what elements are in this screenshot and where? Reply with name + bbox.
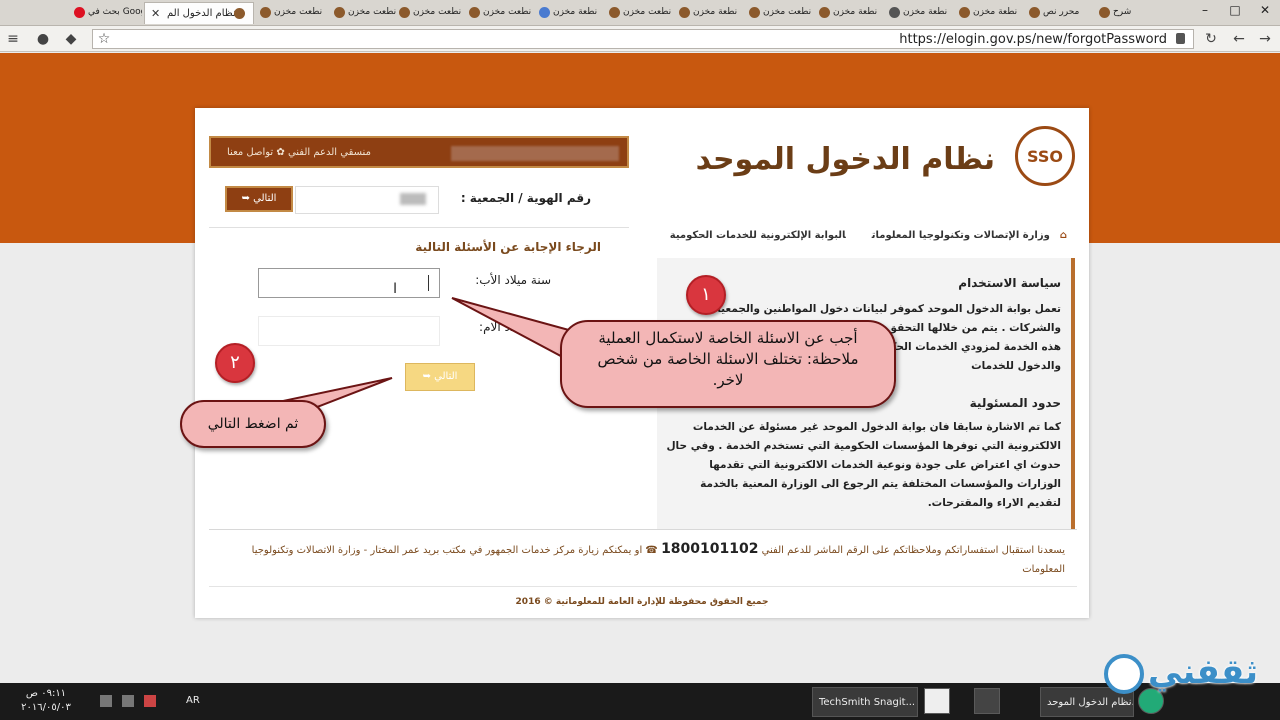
blurred-user-name — [451, 146, 619, 161]
divider — [209, 529, 1077, 530]
forward-icon[interactable]: → — [1256, 30, 1274, 48]
father-birth-year-input[interactable]: I — [258, 268, 440, 298]
browser-tab[interactable]: نطعت مخزن — [256, 2, 328, 24]
ministry-link[interactable]: وزارة الإتصالات وتكنولوجيا المعلومات — [872, 230, 1050, 241]
copyright: جميع الحقوق محفوظة للإدارة العامة للمعلو… — [515, 597, 769, 607]
step-1-badge: ١ — [686, 275, 726, 315]
next-button-questions[interactable]: ➥ التالي — [405, 363, 475, 391]
instruction-bubble-2: ثم اضغط التالي — [180, 400, 326, 448]
browser-tab-active[interactable]: ✕ نظام الدخول الم — [144, 2, 254, 24]
top-links: ⌂ وزارة الإتصالات وتكنولوجيا المعلومات الب… — [644, 230, 1067, 246]
browser-tab[interactable]: نطعت مخزن — [330, 2, 402, 24]
instruction-bubble-1: أجب عن الاسئلة الخاصة لاستكمال العملية م… — [560, 320, 896, 408]
network-icon[interactable] — [100, 695, 112, 707]
step-2-badge: ٢ — [215, 343, 255, 383]
address-bar[interactable]: ☆ https://elogin.gov.ps/new/forgotPasswo… — [92, 29, 1194, 49]
extension-icon[interactable]: ◆ — [62, 30, 80, 48]
phone-icon: ☎ — [645, 545, 658, 556]
home-icon[interactable]: ⌂ — [1060, 230, 1067, 241]
volume-icon[interactable] — [122, 695, 134, 707]
task-snagit[interactable]: TechSmith Snagit... — [812, 687, 918, 717]
browser-tab[interactable]: نطعة مخزن — [535, 2, 607, 24]
maximize-icon[interactable]: □ — [1220, 0, 1250, 20]
browser-tab[interactable]: نطعت مخزن — [605, 2, 677, 24]
divider — [209, 586, 1077, 587]
text-caret — [428, 275, 429, 291]
sso-logo: SSO — [1015, 126, 1075, 186]
liability-text: كما تم الاشارة سابقا فان بوابة الدخول ال… — [666, 421, 1061, 509]
father-birth-year-label: سنة ميلاد الأب: — [475, 273, 551, 287]
browser-tab[interactable]: نطعة مخزن — [675, 2, 747, 24]
id-label: رقم الهوية / الجمعية : — [460, 191, 591, 205]
liability-title: حدود المسئولية — [969, 396, 1061, 410]
bubble1-line: أجب عن الاسئلة الخاصة لاستكمال العملية — [598, 329, 858, 347]
browser-tab[interactable]: نطعة مخزن — [885, 2, 957, 24]
browser-tab[interactable]: نطعة مخزن — [815, 2, 887, 24]
flag-icon[interactable] — [144, 695, 156, 707]
questions-instructions: الرجاء الإجابة عن الأسئلة التالية — [415, 240, 601, 254]
portal-link[interactable]: البوابة الإلكترونية للخدمات الحكومية — [670, 230, 846, 241]
browser-tab[interactable]: نطعة مخزن — [955, 2, 1027, 24]
youtube-icon — [74, 7, 85, 18]
support-info: يسعدنا استقبال استفساراتكم وملاحظاتكم عل… — [251, 541, 1065, 575]
url-text[interactable]: https://elogin.gov.ps/new/forgotPassword — [899, 32, 1167, 47]
browser-tab[interactable]: محرر نص — [1025, 2, 1097, 24]
taskbar: ٠٩:١١ ص ٢٠١٦/٠٥/٠٣ AR TechSmith Snagit..… — [0, 683, 1280, 720]
bubble1-line: ملاحظة: تختلف الاسئلة الخاصة من شخص — [597, 350, 859, 368]
lock-icon — [1176, 33, 1185, 44]
next-button-id[interactable]: ➥ التالي — [225, 186, 293, 212]
mother-birth-year-label: سنة ميلاد الام: — [479, 320, 551, 334]
arrow-icon: ➥ — [241, 193, 254, 204]
browser-tab-bar: – □ ✕ بحث في Google ✕ نظام الدخول الم نطع… — [0, 0, 1280, 26]
reload-icon[interactable]: ↻ — [1202, 30, 1220, 48]
language-indicator[interactable]: AR — [186, 695, 200, 706]
ibeam-cursor-icon: I — [393, 281, 398, 297]
site-favicon-icon — [234, 8, 245, 19]
site-title: نظام الدخول الموحد — [695, 142, 995, 177]
id-field[interactable] — [295, 186, 439, 214]
browser-tab[interactable]: نطعت مخزن — [465, 2, 537, 24]
menu-icon[interactable]: ≡ — [4, 30, 22, 48]
active-tab-title: نظام الدخول الم — [167, 8, 236, 19]
watermark-logo: ثقفني — [1104, 652, 1258, 694]
browser-tab[interactable]: نطعت مخزن — [395, 2, 467, 24]
form-header-bar: منسقي الدعم الفني ✿ تواصل معنا — [209, 136, 629, 168]
back-icon[interactable]: ← — [1230, 30, 1248, 48]
blurred-id-value — [400, 193, 426, 205]
browser-tab[interactable]: شرح — [1095, 2, 1167, 24]
browser-tab[interactable]: نطعت مخزن — [745, 2, 817, 24]
calculator-icon[interactable] — [974, 688, 1000, 714]
bubble1-line: لاخر. — [712, 371, 744, 389]
snagit-icon[interactable] — [924, 688, 950, 714]
contact-links[interactable]: منسقي الدعم الفني ✿ تواصل معنا — [227, 147, 371, 158]
mother-birth-year-input[interactable] — [258, 316, 440, 346]
support-phone: 1800101102 — [661, 541, 759, 557]
browser-nav-bar: ≡ ● ◆ ☆ https://elogin.gov.ps/new/forgot… — [0, 26, 1280, 52]
bookmark-star-icon[interactable]: ☆ — [95, 30, 113, 48]
close-tab-icon[interactable]: ✕ — [151, 7, 160, 20]
system-clock[interactable]: ٠٩:١١ ص ٢٠١٦/٠٥/٠٣ — [16, 687, 76, 715]
divider — [209, 227, 629, 228]
browser-logo-icon[interactable]: ● — [34, 30, 52, 48]
arrow-icon: ➥ — [422, 371, 435, 382]
minimize-icon[interactable]: – — [1190, 0, 1220, 20]
close-window-icon[interactable]: ✕ — [1250, 0, 1280, 20]
lightbulb-icon — [1104, 653, 1144, 694]
browser-tab[interactable]: بحث في Google — [70, 2, 142, 24]
usage-policy-title: سياسة الاستخدام — [958, 276, 1061, 290]
